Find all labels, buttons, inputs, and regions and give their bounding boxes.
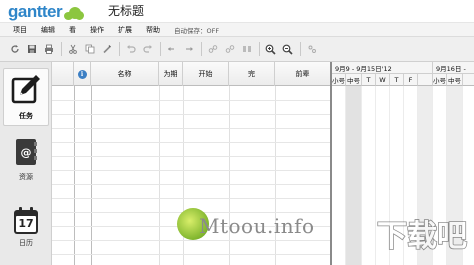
gantt-day-header: W — [376, 74, 390, 86]
menu-help[interactable]: 帮助 — [146, 25, 160, 35]
grid-column-line — [74, 86, 75, 265]
gantt-week-header: 9月9 - 9月15日'12 — [332, 62, 433, 74]
info-icon: i — [77, 69, 87, 79]
column-header-predecessors[interactable]: 前辈 — [275, 62, 330, 86]
print-icon[interactable] — [42, 43, 55, 56]
menu-edit[interactable]: 编辑 — [41, 25, 55, 35]
cut-icon[interactable] — [66, 43, 79, 56]
grid-row-line — [52, 128, 330, 129]
gantt-day-header: T — [362, 74, 376, 86]
toolbar-separator — [61, 42, 62, 56]
gantt-day-header: 中号 — [346, 74, 362, 86]
outdent-icon[interactable] — [182, 43, 195, 56]
column-header-duration[interactable]: 为期 — [159, 62, 183, 86]
grid-row-line — [52, 170, 330, 171]
column-header-start[interactable]: 开始 — [183, 62, 229, 86]
gantt-day-column — [332, 86, 346, 265]
grid-row-line — [52, 156, 330, 157]
grid-row-line — [52, 184, 330, 185]
gantter-logo: gantter — [8, 0, 85, 21]
grid-column-line — [275, 86, 276, 265]
grid-row-line — [52, 100, 330, 101]
menu-actions[interactable]: 操作 — [90, 25, 104, 35]
menu-project[interactable]: 项目 — [13, 25, 27, 35]
toolbar-separator — [259, 42, 260, 56]
cloud-logo-icon — [64, 7, 85, 20]
svg-text:@: @ — [21, 146, 32, 159]
save-icon[interactable] — [25, 43, 38, 56]
toolbar-separator — [201, 42, 202, 56]
gantt-day-header: F — [404, 74, 418, 86]
sidebar-item-calendar[interactable]: 17 日历 — [3, 202, 49, 260]
copy-icon[interactable] — [83, 43, 96, 56]
redo-icon[interactable] — [141, 43, 154, 56]
gantt-week-header: 9月16日 - — [433, 62, 474, 74]
toolbar-separator — [160, 42, 161, 56]
grid-row-line — [52, 254, 330, 255]
gantt-day-header: 中号 — [447, 74, 463, 86]
gantt-day-header: 小号 — [433, 74, 447, 86]
sidebar-item-label: 任务 — [19, 112, 33, 120]
paste-icon[interactable] — [100, 43, 113, 56]
sidebar-item-tasks[interactable]: 任务 — [3, 68, 49, 126]
autosave-status[interactable]: 自动保存：OFF — [174, 25, 219, 35]
grid-column-line — [159, 86, 160, 265]
logo-text: gantter — [8, 2, 63, 21]
sidebar-item-resources[interactable]: @ 资源 — [3, 134, 49, 192]
refresh-icon[interactable] — [8, 43, 21, 56]
menu-bar: 项目 编辑 看 操作 扩展 帮助 自动保存：OFF — [0, 22, 474, 36]
grid-row-line — [52, 240, 330, 241]
link-icon[interactable] — [206, 43, 219, 56]
task-edit-icon — [10, 74, 42, 108]
gantt-day-header — [418, 74, 433, 86]
sidebar-item-label: 日历 — [19, 239, 33, 247]
watermark-brand-text: 下载吧 — [377, 219, 467, 254]
resource-contact-icon: @ — [13, 137, 39, 169]
watermark-brand: 下载吧 — [376, 218, 468, 255]
grid-row-line — [52, 142, 330, 143]
grid-header-info[interactable]: i — [74, 62, 91, 86]
indent-icon[interactable] — [165, 43, 178, 56]
calendar-icon: 17 — [12, 205, 40, 235]
split-icon[interactable] — [240, 43, 253, 56]
document-title[interactable]: 无标题 — [108, 2, 144, 19]
column-header-finish[interactable]: 完 — [229, 62, 275, 86]
grid-row-line — [52, 114, 330, 115]
gantt-day-header: 小号 — [332, 74, 346, 86]
zoom-in-icon[interactable] — [264, 43, 277, 56]
grid-row-line — [52, 198, 330, 199]
zoom-out-icon[interactable] — [281, 43, 294, 56]
watermark-site: Mtoou.info — [199, 214, 315, 238]
gantt-day-header: T — [390, 74, 404, 86]
grid-header: i 名称 为期 开始 完 前辈 — [52, 62, 330, 86]
settings-icon[interactable] — [305, 43, 318, 56]
undo-icon[interactable] — [124, 43, 137, 56]
grid-column-line — [183, 86, 184, 265]
gantt-day-column — [346, 86, 362, 265]
column-header-name[interactable]: 名称 — [91, 62, 159, 86]
gantt-day-header — [463, 74, 474, 86]
grid-header-row-number — [52, 62, 74, 86]
menu-view[interactable]: 看 — [69, 25, 76, 35]
grid-column-line — [229, 86, 230, 265]
toolbar-separator — [119, 42, 120, 56]
sidebar-item-label: 资源 — [19, 173, 33, 181]
sidebar: 任务 @ 资源 17 日历 — [0, 62, 52, 265]
unlink-icon[interactable] — [223, 43, 236, 56]
calendar-day-number: 17 — [18, 217, 34, 230]
toolbar — [0, 36, 474, 62]
toolbar-separator — [300, 42, 301, 56]
menu-extensions[interactable]: 扩展 — [118, 25, 132, 35]
grid-column-line — [91, 86, 92, 265]
